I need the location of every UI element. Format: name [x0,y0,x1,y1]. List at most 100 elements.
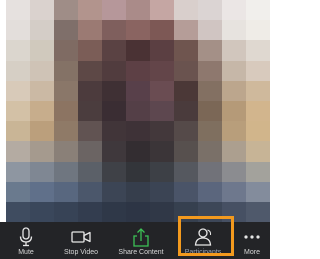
more-button[interactable]: More [234,222,270,259]
video-pixel-block [246,60,270,81]
video-pixel-block [102,201,126,223]
video-pixel-block [30,0,54,21]
video-pixel-block [54,100,78,122]
video-pixel-block [246,80,270,101]
video-pixel-block [78,0,102,21]
video-pixel-block [150,141,174,162]
video-pixel-block [222,161,246,182]
video-pixel-block [102,40,126,61]
video-pixel-block [126,141,150,162]
video-pixel-block [150,40,174,61]
video-pixel-block [6,0,30,21]
stop-video-button[interactable]: Stop Video [52,222,110,259]
video-pixel-block [6,201,30,223]
video-pixel-block [30,100,54,122]
meeting-screen: Mute Stop Video Share Content Participan… [0,0,270,259]
video-pixel-block [30,201,54,223]
share-upload-icon [133,228,149,247]
video-pixel-block [6,141,30,162]
video-pixel-block [174,40,198,61]
video-pixel-block [102,20,126,41]
video-pixel-block [198,121,222,142]
video-pixel-block [6,100,30,122]
video-pixel-block [198,141,222,162]
video-pixel-block [222,121,246,142]
video-pixel-block [198,181,222,202]
video-pixel-block [102,0,126,21]
video-pixel-block [126,181,150,202]
video-pixel-block [246,121,270,142]
video-pixel-block [102,141,126,162]
video-pixel-block [30,20,54,41]
video-pixel-block [174,141,198,162]
participants-button[interactable]: Participants [172,222,234,259]
video-pixel-block [78,40,102,61]
video-pixel-block [54,20,78,41]
video-pixel-block [150,80,174,101]
more-dots-icon [244,235,260,239]
microphone-icon [19,227,33,247]
video-pixel-block [246,161,270,182]
video-pixel-block [246,100,270,122]
video-pixel-block [126,40,150,61]
participants-icon [194,228,212,246]
video-pixel-block [126,100,150,122]
video-pixel-block [30,80,54,101]
video-pixel-block [78,20,102,41]
video-pixel-block [198,100,222,122]
video-pixel-block [102,181,126,202]
stop-video-label: Stop Video [63,249,99,256]
video-pixel-block [54,40,78,61]
video-pixel-block [6,80,30,101]
video-pixel-block [198,80,222,101]
video-pixel-block [222,80,246,101]
video-pixel-block [174,20,198,41]
video-pixel-block [126,20,150,41]
participant-video-feed[interactable] [6,0,270,223]
video-pixel-block [174,201,198,223]
video-pixel-block [198,201,222,223]
video-pixel-block [54,80,78,101]
video-pixel-block [78,201,102,223]
video-pixel-block [102,100,126,122]
video-pixel-block [6,181,30,202]
video-pixel-block [222,60,246,81]
video-pixel-block [6,20,30,41]
video-pixel-block [150,100,174,122]
video-pixel-block [6,161,30,182]
video-pixel-block [246,40,270,61]
video-pixel-block [54,0,78,21]
meeting-toolbar: Mute Stop Video Share Content Participan… [0,222,270,259]
share-content-button[interactable]: Share Content [110,222,172,259]
video-pixel-block [174,161,198,182]
video-pixel-block [78,121,102,142]
video-pixel-block [54,201,78,223]
video-pixel-block [126,60,150,81]
mute-button[interactable]: Mute [0,222,52,259]
video-pixel-block [198,0,222,21]
video-pixel-block [222,20,246,41]
video-pixel-block [222,141,246,162]
video-pixel-block [222,0,246,21]
video-pixel-block [150,20,174,41]
mute-label: Mute [18,249,34,256]
video-pixel-block [222,201,246,223]
video-pixel-block [54,121,78,142]
more-label: More [244,249,260,256]
video-pixel-block [174,0,198,21]
video-pixel-block [150,161,174,182]
video-pixel-block [198,20,222,41]
video-pixel-block [30,161,54,182]
participants-label: Participants [184,249,222,256]
video-pixel-block [126,161,150,182]
video-pixel-block [222,100,246,122]
video-pixel-block [78,60,102,81]
video-pixel-block [126,121,150,142]
video-pixel-block [246,141,270,162]
video-pixel-block [198,40,222,61]
video-pixel-block [54,141,78,162]
video-pixel-block [150,0,174,21]
share-content-label: Share Content [118,249,164,256]
video-pixel-block [150,181,174,202]
video-pixel-block [102,121,126,142]
